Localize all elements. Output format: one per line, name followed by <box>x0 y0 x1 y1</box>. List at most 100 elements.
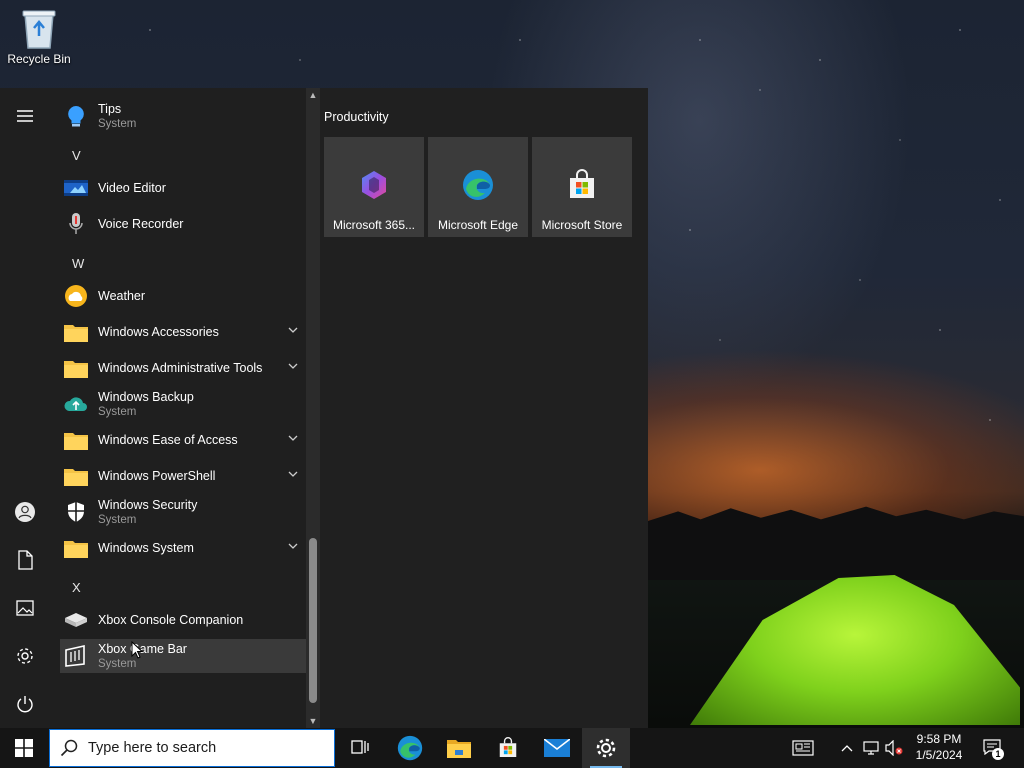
folder-icon <box>64 428 88 452</box>
taskbar-mail-button[interactable] <box>533 728 581 768</box>
start-button[interactable] <box>0 728 48 768</box>
network-icon <box>863 741 879 755</box>
app-name: Windows Security <box>98 498 198 512</box>
app-item-voice-recorder[interactable]: Voice Recorder <box>60 207 306 241</box>
app-name: Voice Recorder <box>98 217 184 231</box>
taskbar-settings-button[interactable] <box>582 728 630 768</box>
section-letter-v[interactable]: V <box>72 148 81 163</box>
app-item-windows-security[interactable]: Windows Security System <box>60 495 306 529</box>
tiles-pane: Productivity Microsoft 365... Microsoft … <box>320 88 648 728</box>
app-item-xbox-game-bar[interactable]: Xbox Game Bar System <box>60 639 306 673</box>
chevron-down-icon[interactable] <box>288 470 298 478</box>
app-item-tips[interactable]: Tips System <box>60 99 306 133</box>
section-letter-w[interactable]: W <box>72 256 84 271</box>
xbox-game-bar-icon <box>64 644 88 668</box>
app-name: Video Editor <box>98 181 166 195</box>
taskbar-clock[interactable]: 9:58 PM 1/5/2024 <box>908 731 970 763</box>
clock-date: 1/5/2024 <box>915 748 963 762</box>
network-button[interactable] <box>861 728 881 768</box>
edge-icon <box>463 170 493 200</box>
folder-icon <box>64 356 88 380</box>
power-icon[interactable] <box>13 692 37 716</box>
chevron-up-icon <box>841 745 853 752</box>
mouse-cursor-icon <box>131 641 143 659</box>
folder-icon <box>64 320 88 344</box>
show-hidden-icons-button[interactable] <box>838 728 856 768</box>
app-item-windows-backup[interactable]: Windows Backup System <box>60 387 306 421</box>
tile-group-title[interactable]: Productivity <box>324 110 389 124</box>
app-item-weather[interactable]: Weather <box>60 279 306 313</box>
start-rail <box>0 88 50 728</box>
app-subtitle: System <box>98 406 137 418</box>
voice-recorder-icon <box>64 212 88 236</box>
app-list-scrollbar[interactable]: ▲ ▼ <box>306 88 320 728</box>
folder-icon <box>64 536 88 560</box>
tile-label: Microsoft Store <box>541 218 623 232</box>
app-item-xbox-console-companion[interactable]: Xbox Console Companion <box>60 603 306 637</box>
desktop-icon-label: Recycle Bin <box>7 52 71 66</box>
tile-microsoft-store[interactable]: Microsoft Store <box>532 137 632 237</box>
chevron-down-icon[interactable] <box>288 434 298 442</box>
folder-windows-system[interactable]: Windows System <box>60 531 306 565</box>
documents-icon[interactable] <box>13 548 37 572</box>
taskbar-store-button[interactable] <box>484 728 532 768</box>
volume-button[interactable] <box>884 728 904 768</box>
desktop-icon-recycle-bin[interactable]: Recycle Bin <box>4 6 74 66</box>
app-list: Tips System V Video Editor Voice Recorder… <box>50 88 306 728</box>
start-menu: Tips System V Video Editor Voice Recorder… <box>0 88 648 728</box>
scroll-up-icon[interactable]: ▲ <box>308 90 318 100</box>
user-account-icon[interactable] <box>13 500 37 524</box>
weather-icon <box>64 284 88 308</box>
chevron-down-icon[interactable] <box>288 362 298 370</box>
section-letter-x[interactable]: X <box>72 580 81 595</box>
taskbar-file-explorer-button[interactable] <box>435 728 483 768</box>
folder-windows-accessories[interactable]: Windows Accessories <box>60 315 306 349</box>
tile-label: Microsoft Edge <box>437 218 519 232</box>
notification-count-badge: 1 <box>992 748 1004 760</box>
tile-microsoft-365[interactable]: Microsoft 365... <box>324 137 424 237</box>
app-name: Windows PowerShell <box>98 469 216 483</box>
app-subtitle: System <box>98 118 137 130</box>
app-item-video-editor[interactable]: Video Editor <box>60 171 306 205</box>
settings-icon <box>596 738 616 758</box>
tile-microsoft-edge[interactable]: Microsoft Edge <box>428 137 528 237</box>
menu-icon[interactable] <box>13 104 37 128</box>
xbox-console-icon <box>64 608 88 632</box>
edge-icon <box>397 735 423 761</box>
task-view-icon <box>351 740 369 754</box>
task-view-button[interactable] <box>336 728 384 768</box>
folder-windows-administrative-tools[interactable]: Windows Administrative Tools <box>60 351 306 385</box>
app-name: Windows Administrative Tools <box>98 361 263 375</box>
scroll-down-icon[interactable]: ▼ <box>308 716 318 726</box>
video-editor-icon <box>64 176 88 200</box>
app-name: Windows Ease of Access <box>98 433 238 447</box>
taskbar: Type here to search 9:58 PM 1/5/2024 1 <box>0 728 1024 768</box>
search-placeholder: Type here to search <box>88 740 217 756</box>
scrollbar-thumb[interactable] <box>309 538 317 703</box>
taskbar-edge-button[interactable] <box>386 728 434 768</box>
chevron-down-icon[interactable] <box>288 326 298 334</box>
chevron-down-icon[interactable] <box>288 542 298 550</box>
store-icon <box>499 737 517 757</box>
tile-label: Microsoft 365... <box>332 218 416 232</box>
app-name: Xbox Console Companion <box>98 613 244 627</box>
folder-windows-powershell[interactable]: Windows PowerShell <box>60 459 306 493</box>
windows-logo-icon <box>15 739 33 757</box>
action-center-button[interactable]: 1 <box>980 728 1004 768</box>
taskbar-search-box[interactable]: Type here to search <box>49 729 335 767</box>
folder-icon <box>64 464 88 488</box>
settings-icon[interactable] <box>13 644 37 668</box>
news-button[interactable] <box>788 728 818 768</box>
search-icon <box>60 739 78 757</box>
volume-muted-icon <box>885 740 903 756</box>
clock-time: 9:58 PM <box>916 732 962 746</box>
recycle-bin-icon <box>22 10 56 49</box>
file-explorer-icon <box>447 740 471 758</box>
folder-windows-ease-of-access[interactable]: Windows Ease of Access <box>60 423 306 457</box>
backup-icon <box>64 392 88 416</box>
app-name: Weather <box>98 289 146 303</box>
app-name: Windows Accessories <box>98 325 219 339</box>
pictures-icon[interactable] <box>13 596 37 620</box>
microsoft-365-icon <box>362 171 386 199</box>
app-name: Windows Backup <box>98 390 194 404</box>
